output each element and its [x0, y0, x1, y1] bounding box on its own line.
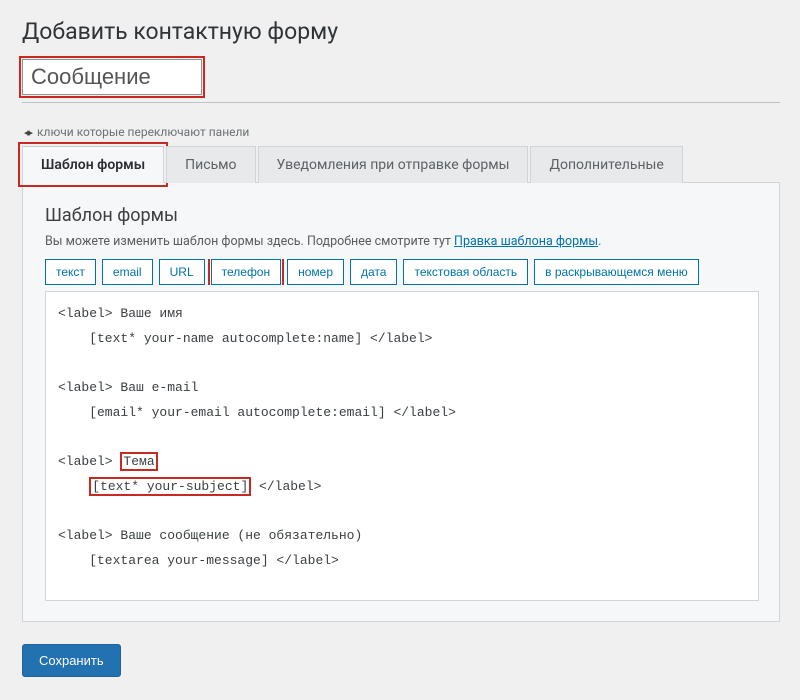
tag-generator-row: текст email URL телефон номер дата текст…	[45, 259, 759, 285]
tag-tel[interactable]: телефон	[211, 259, 282, 285]
tag-email[interactable]: email	[102, 259, 153, 285]
tab-form-template[interactable]: Шаблон формы	[22, 146, 164, 183]
panel-toggle-hint: ◂▸ ключи которые переключают панели	[24, 125, 780, 139]
tag-text[interactable]: текст	[45, 259, 96, 285]
tag-url[interactable]: URL	[159, 259, 205, 285]
tag-dropdown[interactable]: в раскрывающемся меню	[534, 259, 699, 285]
tab-additional[interactable]: Дополнительные	[530, 146, 682, 183]
section-description: Вы можете изменить шаблон формы здесь. П…	[45, 234, 759, 249]
highlight-subject-label: Тема	[120, 452, 157, 471]
form-template-panel: Шаблон формы Вы можете изменить шаблон ф…	[22, 183, 780, 622]
page-title: Добавить контактную форму	[22, 18, 780, 45]
form-title-input[interactable]	[22, 59, 202, 95]
tabs-bar: Шаблон формы Письмо Уведомления при отпр…	[22, 145, 780, 183]
doc-link[interactable]: Правка шаблона формы	[454, 234, 598, 249]
form-template-textarea[interactable]: <label> Ваше имя [text* your-name autoco…	[45, 291, 759, 601]
tab-mail[interactable]: Письмо	[166, 146, 255, 183]
tab-messages[interactable]: Уведомления при отправке формы	[258, 146, 529, 183]
tag-date[interactable]: дата	[350, 259, 397, 285]
triangle-left-right-icon: ◂▸	[24, 126, 31, 139]
panel-hint-text: ключи которые переключают панели	[37, 125, 249, 139]
section-title: Шаблон формы	[45, 205, 759, 226]
tag-number[interactable]: номер	[287, 259, 344, 285]
tag-textarea[interactable]: текстовая область	[403, 259, 528, 285]
highlight-subject-tag: [text* your-subject]	[89, 477, 251, 496]
save-button[interactable]: Сохранить	[22, 644, 121, 677]
